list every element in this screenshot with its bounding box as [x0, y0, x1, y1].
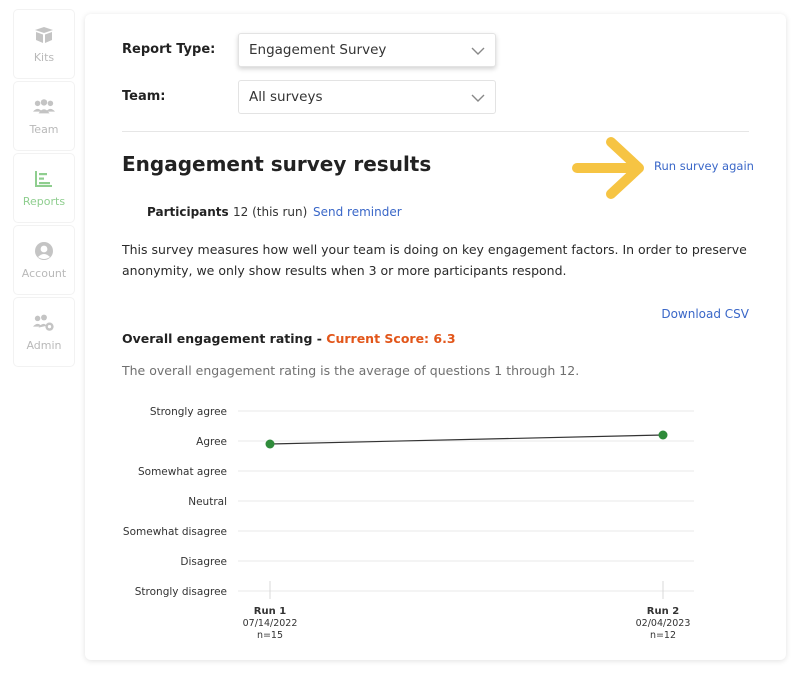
- box-icon: [33, 25, 55, 45]
- y-tick-label: Agree: [196, 436, 227, 448]
- y-tick-label: Somewhat disagree: [123, 526, 227, 538]
- data-point: [658, 430, 668, 440]
- sidebar-item-kits[interactable]: Kits: [14, 10, 74, 78]
- y-tick-label: Disagree: [180, 556, 227, 568]
- sidebar-item-label: Reports: [22, 194, 66, 208]
- series-line: [269, 434, 664, 445]
- engagement-line-chart: Strongly agree Agree Somewhat agree Neutral…: [123, 406, 694, 641]
- y-tick-label: Strongly disagree: [135, 586, 227, 598]
- sidebar-item-label: Admin: [26, 338, 62, 352]
- x-tick-label: Run 2: [647, 606, 679, 617]
- report-card: Report Type: Engagement Survey Team: All…: [85, 14, 786, 660]
- y-tick-label: Neutral: [188, 496, 227, 508]
- x-tick-count: n=12: [650, 630, 676, 641]
- sidebar-item-team[interactable]: Team: [14, 82, 74, 150]
- person-circle-icon: [33, 241, 55, 261]
- x-tick-label: Run 1: [254, 606, 286, 617]
- data-point: [265, 439, 275, 449]
- sidebar-item-label: Kits: [33, 50, 55, 64]
- x-tick-count: n=15: [257, 630, 283, 641]
- sidebar: Kits Team Reports Account Admin: [14, 10, 74, 370]
- people-icon: [33, 97, 55, 117]
- sidebar-item-label: Team: [29, 122, 59, 136]
- sidebar-item-label: Account: [21, 266, 67, 280]
- sidebar-item-reports[interactable]: Reports: [14, 154, 74, 222]
- bar-chart-icon: [33, 169, 55, 189]
- x-tick-date: 07/14/2022: [243, 618, 298, 629]
- y-tick-label: Strongly agree: [150, 406, 227, 418]
- people-gear-icon: [33, 313, 55, 333]
- x-tick-date: 02/04/2023: [636, 618, 691, 629]
- y-tick-label: Somewhat agree: [138, 466, 227, 478]
- sidebar-item-account[interactable]: Account: [14, 226, 74, 294]
- sidebar-item-admin[interactable]: Admin: [14, 298, 74, 366]
